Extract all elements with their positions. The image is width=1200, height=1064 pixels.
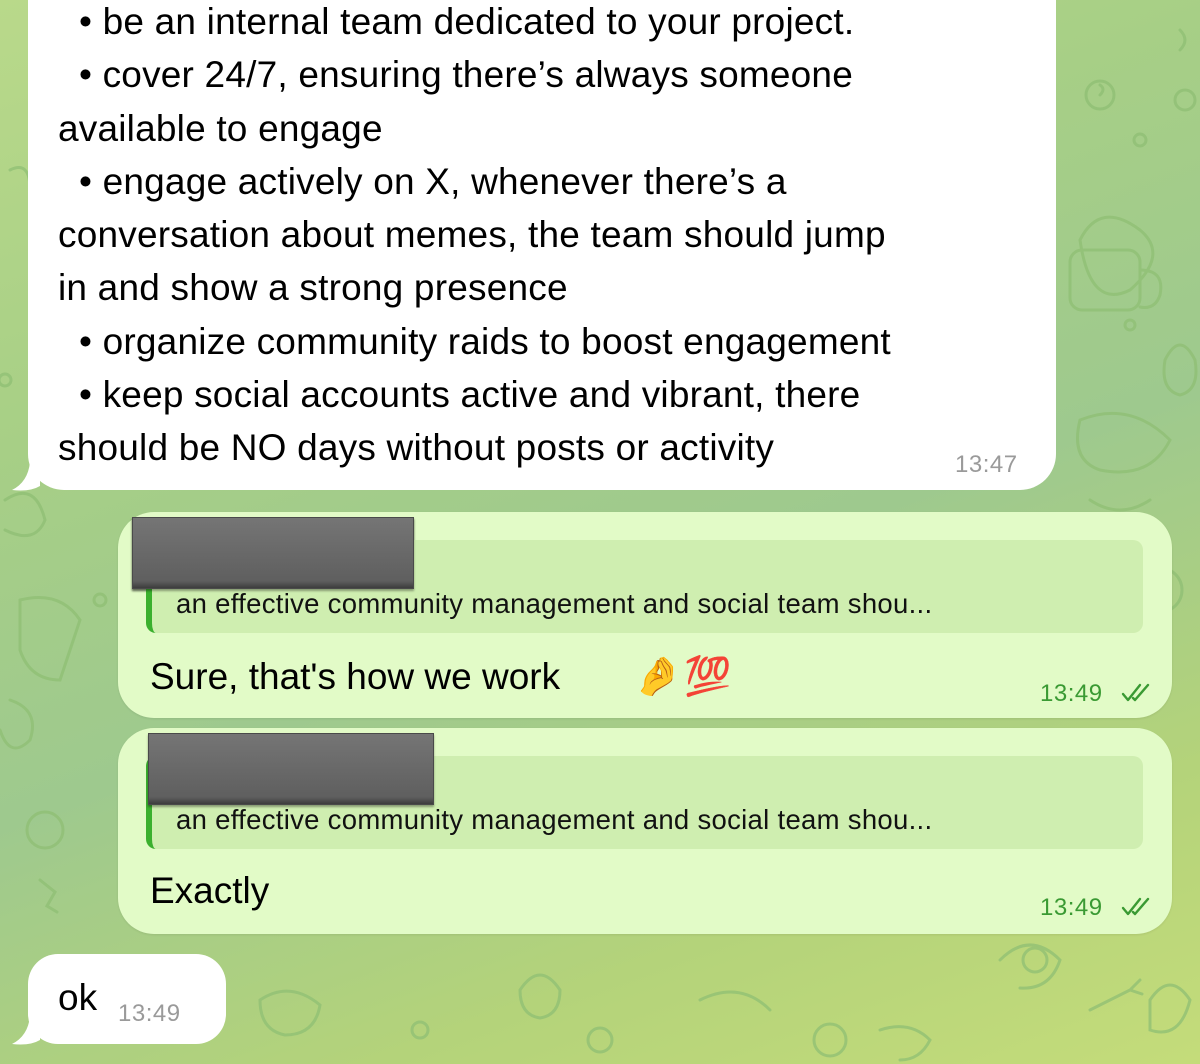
double-check-icon: [1121, 897, 1150, 916]
message-line: available to engage: [58, 107, 383, 149]
message-timestamp: 13:49: [1040, 680, 1103, 707]
pinching-hand-emoji: 🤌: [634, 656, 682, 698]
message-timestamp: 13:49: [1040, 894, 1103, 921]
message-line: • engage actively on X, whenever there’s…: [58, 160, 787, 202]
double-check-icon: [1121, 683, 1150, 702]
message-line: • cover 24/7, ensuring there’s always so…: [58, 54, 853, 96]
reply-quote-text: an effective community management and so…: [176, 588, 933, 619]
redacted-sender-name: [148, 733, 434, 805]
message-line: should be NO days without posts or activ…: [58, 427, 775, 469]
incoming-bubble-tail: [12, 462, 40, 491]
message-timestamp: 13:47: [955, 451, 1018, 478]
message-line: • organize community raids to boost enga…: [58, 320, 891, 362]
outgoing-message-text: Sure, that's how we work: [150, 656, 561, 697]
message-timestamp: 13:49: [118, 1000, 181, 1027]
message-line: • be an internal team dedicated to your …: [58, 1, 855, 42]
message-line: in and show a strong presence: [58, 267, 568, 309]
incoming-message-text: • be an internal team dedicated to your …: [58, 0, 1048, 475]
redacted-sender-name: [132, 517, 414, 589]
incoming-bubble-tail: [12, 1016, 40, 1045]
hundred-points-emoji: 💯: [684, 656, 732, 698]
message-line: • keep social accounts active and vibran…: [58, 374, 861, 416]
reply-quote-text: an effective community management and so…: [176, 804, 933, 835]
message-line: conversation about memes, the team shoul…: [58, 214, 886, 256]
outgoing-message-text: Exactly: [150, 870, 270, 911]
incoming-message-text: ok: [58, 977, 98, 1018]
